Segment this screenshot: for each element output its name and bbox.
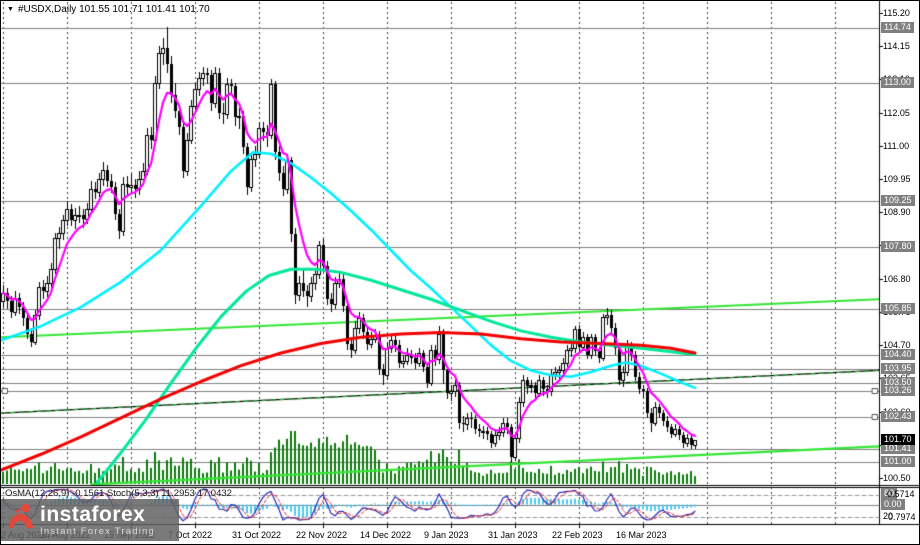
date-tick-label: 16 Mar 2023 <box>616 530 667 540</box>
date-tick-label: 22 Nov 2022 <box>296 530 348 540</box>
price-tick-label: 109.95 <box>883 174 911 185</box>
level-price-label: 113.00 <box>881 76 914 88</box>
date-tick-label: 22 Feb 2023 <box>552 530 603 540</box>
level-price-label: 101.00 <box>881 456 915 468</box>
level-price-label: 114.74 <box>881 21 914 33</box>
logo-brand-text: instaforex <box>40 502 146 526</box>
current-price-label: 101.70 <box>881 434 915 446</box>
instaforex-logo-icon <box>8 503 34 529</box>
date-tick-label: 31 Jan 2023 <box>488 530 538 540</box>
price-tick-label: 106.80 <box>883 273 911 284</box>
level-price-label: 102.43 <box>881 410 915 422</box>
osma-min-label: 0.7974 <box>888 512 916 522</box>
osma-zero-label: 0.00 <box>881 499 905 510</box>
osma-max-label: 0.5714 <box>887 489 915 499</box>
chart-window: ▼ #USDX,Daily 101.55 101.71 101.41 101.70… <box>0 0 920 545</box>
level-price-label: 104.40 <box>881 348 915 360</box>
price-tick-label: 108.90 <box>883 207 911 218</box>
level-price-label: 105.85 <box>881 302 915 314</box>
level-price-label: 103.26 <box>881 384 915 396</box>
logo-subtitle-text: Instant Forex Trading <box>40 525 155 537</box>
price-tick-label: 114.15 <box>883 41 910 52</box>
price-tick-label: 112.05 <box>883 107 910 118</box>
chart-canvas[interactable] <box>1 1 919 544</box>
collapse-arrow-icon[interactable]: ▼ <box>7 6 14 13</box>
price-tick-label: 115.20 <box>883 8 910 19</box>
level-price-label: 103.95 <box>881 362 915 374</box>
level-price-label: 109.25 <box>881 195 915 207</box>
symbol-ohlc-text: #USDX,Daily 101.55 101.71 101.41 101.70 <box>17 4 210 15</box>
indicator-label: OsMA(12,26,9) -0.1561 Stoch(5,3,3) 11.29… <box>5 488 232 499</box>
date-tick-label: 31 Oct 2022 <box>232 530 282 540</box>
date-tick-label: 9 Jan 2023 <box>424 530 469 540</box>
instaforex-watermark: instaforex Instant Forex Trading <box>1 499 179 541</box>
level-price-label: 107.80 <box>881 241 915 253</box>
price-tick-label: 100.50 <box>883 472 911 483</box>
price-tick-label: 111.00 <box>883 140 910 151</box>
date-tick-label: 14 Dec 2022 <box>360 530 412 540</box>
symbol-title: ▼ #USDX,Daily 101.55 101.71 101.41 101.70 <box>7 5 210 15</box>
